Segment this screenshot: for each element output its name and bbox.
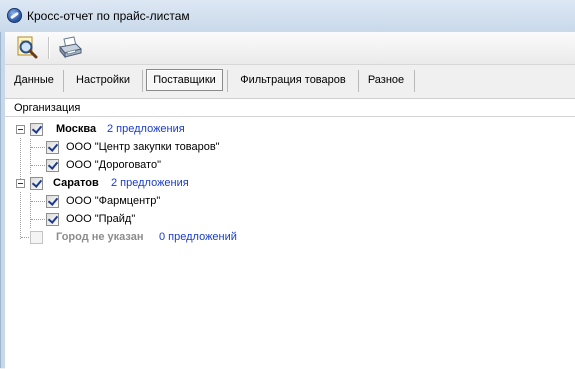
item-checkbox[interactable] (46, 195, 59, 208)
printer-icon (59, 36, 82, 59)
tab-settings[interactable]: Настройки (67, 70, 139, 90)
item-checkbox[interactable] (46, 141, 59, 154)
group-checkbox[interactable] (30, 231, 43, 244)
item-checkbox[interactable] (46, 159, 59, 172)
toolbar (5, 32, 575, 65)
group-offers-count: 2 предложения (107, 123, 185, 135)
group-offers-count: 0 предложений (159, 231, 237, 243)
group-offers-count: 2 предложения (111, 177, 189, 189)
group-city: Москва (56, 123, 97, 135)
title-bar[interactable]: Кросс-отчет по прайс-листам (0, 0, 575, 32)
tab-separator (358, 70, 359, 92)
window-title: Кросс-отчет по прайс-листам (27, 9, 190, 23)
group-checkbox[interactable] (30, 177, 43, 190)
tree-item-row[interactable]: ООО "Фармцентр" (16, 192, 436, 210)
tab-separator (63, 70, 64, 92)
column-header-organization: Организация (14, 102, 81, 114)
toolbar-separator (48, 37, 49, 59)
suppliers-tree-panel: Организация Москва 2 предложения ООО "Це… (5, 98, 575, 369)
tree-group-row[interactable]: Саратов 2 предложения (16, 174, 436, 192)
tab-product-filter[interactable]: Фильтрация товаров (231, 70, 355, 90)
tab-separator (142, 70, 143, 92)
tab-suppliers[interactable]: Поставщики (146, 69, 223, 91)
column-header[interactable]: Организация (5, 101, 575, 117)
tree-group-row[interactable]: Город не указан 0 предложений (16, 228, 436, 246)
item-name: ООО "Центр закупки товаров" (66, 141, 220, 153)
tree-item-row[interactable]: ООО "Центр закупки товаров" (16, 138, 436, 156)
tree-item-row[interactable]: ООО "Прайд" (16, 210, 436, 228)
tab-misc[interactable]: Разное (362, 70, 410, 90)
group-city: Саратов (53, 177, 99, 189)
collapse-icon[interactable] (16, 179, 25, 188)
item-name: ООО "Дороговато" (66, 159, 161, 171)
magnifier-icon (17, 36, 38, 59)
item-checkbox[interactable] (46, 213, 59, 226)
group-checkbox[interactable] (30, 123, 43, 136)
app-logo-icon (7, 8, 22, 23)
group-city: Город не указан (56, 231, 144, 243)
tab-separator (414, 70, 415, 92)
item-name: ООО "Фармцентр" (66, 195, 161, 207)
preview-button[interactable] (14, 35, 40, 61)
tab-data[interactable]: Данные (10, 70, 58, 90)
tab-bar: Данные Настройки Поставщики Фильтрация т… (5, 67, 575, 96)
collapse-icon[interactable] (16, 125, 25, 134)
tree-item-row[interactable]: ООО "Дороговато" (16, 156, 436, 174)
tab-separator (227, 70, 228, 92)
print-button[interactable] (57, 35, 83, 61)
item-name: ООО "Прайд" (66, 213, 136, 225)
tree-group-row[interactable]: Москва 2 предложения (16, 120, 436, 138)
client-area: Данные Настройки Поставщики Фильтрация т… (5, 32, 575, 369)
